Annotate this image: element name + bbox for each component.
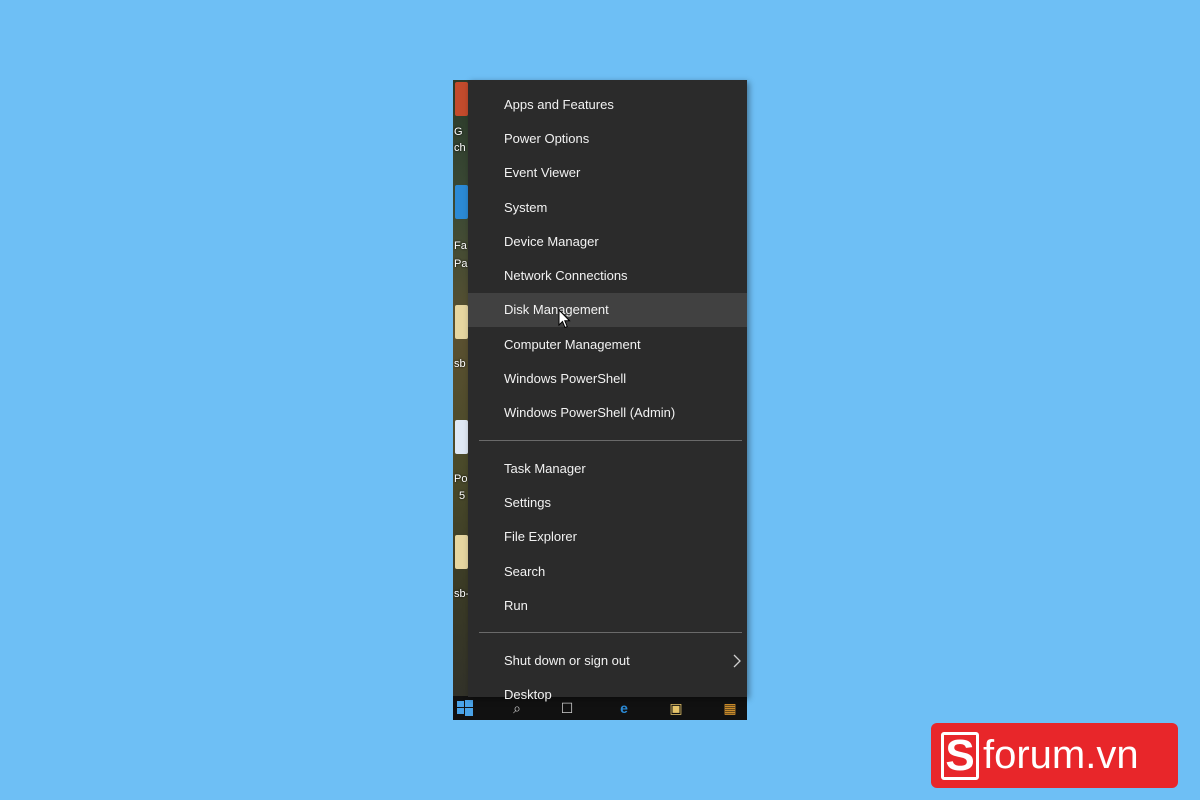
menu-item-label: Power Options	[504, 130, 590, 146]
menu-item-label: System	[504, 199, 548, 215]
desktop-shortcut-icon[interactable]	[455, 420, 468, 454]
menu-item-file-explorer[interactable]: File Explorer	[468, 520, 747, 554]
menu-item-label: Shut down or sign out	[504, 653, 630, 669]
menu-item-run[interactable]: Run	[468, 588, 747, 622]
menu-item-task-manager[interactable]: Task Manager	[468, 451, 747, 485]
desktop-label: sb-	[454, 588, 470, 600]
menu-item-label: Event Viewer	[504, 165, 581, 181]
menu-item-label: Windows PowerShell	[504, 371, 627, 387]
desktop-shortcut-icon[interactable]	[455, 82, 468, 116]
desktop-folder-icon[interactable]	[455, 305, 468, 339]
desktop-label: Fa	[454, 240, 467, 252]
mouse-pointer-icon	[558, 308, 572, 334]
menu-item-label: Disk Management	[504, 302, 609, 318]
menu-item-label: Desktop	[504, 687, 552, 703]
menu-item-device-manager[interactable]: Device Manager	[468, 224, 747, 258]
menu-item-label: Run	[504, 597, 528, 613]
menu-item-label: Apps and Features	[504, 96, 614, 112]
desktop-shortcut-icon[interactable]	[455, 185, 468, 219]
desktop-label: G	[454, 126, 463, 138]
menu-item-label: Task Manager	[504, 460, 586, 476]
menu-item-system[interactable]: System	[468, 190, 747, 224]
menu-item-apps-and-features[interactable]: Apps and Features	[468, 87, 747, 121]
sforum-logo-text: forum.vn	[983, 733, 1139, 777]
menu-item-label: Device Manager	[504, 233, 599, 249]
sforum-logo: S forum.vn	[931, 723, 1178, 788]
sforum-logo-mark: S	[941, 731, 979, 780]
chevron-right-icon	[733, 643, 741, 677]
menu-separator	[479, 439, 742, 441]
desktop-label: Po	[454, 473, 468, 485]
menu-item-label: Network Connections	[504, 268, 628, 284]
menu-item-label: Settings	[504, 494, 551, 510]
menu-item-label: Computer Management	[504, 336, 641, 352]
menu-item-event-viewer[interactable]: Event Viewer	[468, 156, 747, 190]
menu-item-disk-management[interactable]: Disk Management	[468, 292, 747, 328]
menu-separator	[479, 632, 742, 634]
desktop-folder-icon[interactable]	[455, 535, 468, 569]
menu-item-search[interactable]: Search	[468, 554, 747, 588]
menu-item-label: File Explorer	[504, 529, 577, 545]
menu-item-windows-powershell-admin[interactable]: Windows PowerShell (Admin)	[468, 396, 747, 430]
menu-item-settings[interactable]: Settings	[468, 485, 747, 519]
menu-item-power-options[interactable]: Power Options	[468, 121, 747, 155]
menu-item-shut-down-or-sign-out[interactable]: Shut down or sign out	[468, 643, 747, 677]
menu-item-desktop[interactable]: Desktop	[468, 678, 747, 712]
menu-item-network-connections[interactable]: Network Connections	[468, 258, 747, 292]
desktop-label: ch	[454, 142, 466, 154]
desktop-label: sb	[454, 358, 466, 370]
menu-item-label: Search	[504, 563, 546, 579]
menu-item-label: Windows PowerShell (Admin)	[504, 405, 676, 421]
menu-item-windows-powershell[interactable]: Windows PowerShell	[468, 361, 747, 395]
desktop-label: 5	[459, 490, 466, 502]
winx-context-menu: Apps and Features Power Options Event Vi…	[468, 80, 747, 702]
menu-item-computer-management[interactable]: Computer Management	[468, 327, 747, 361]
